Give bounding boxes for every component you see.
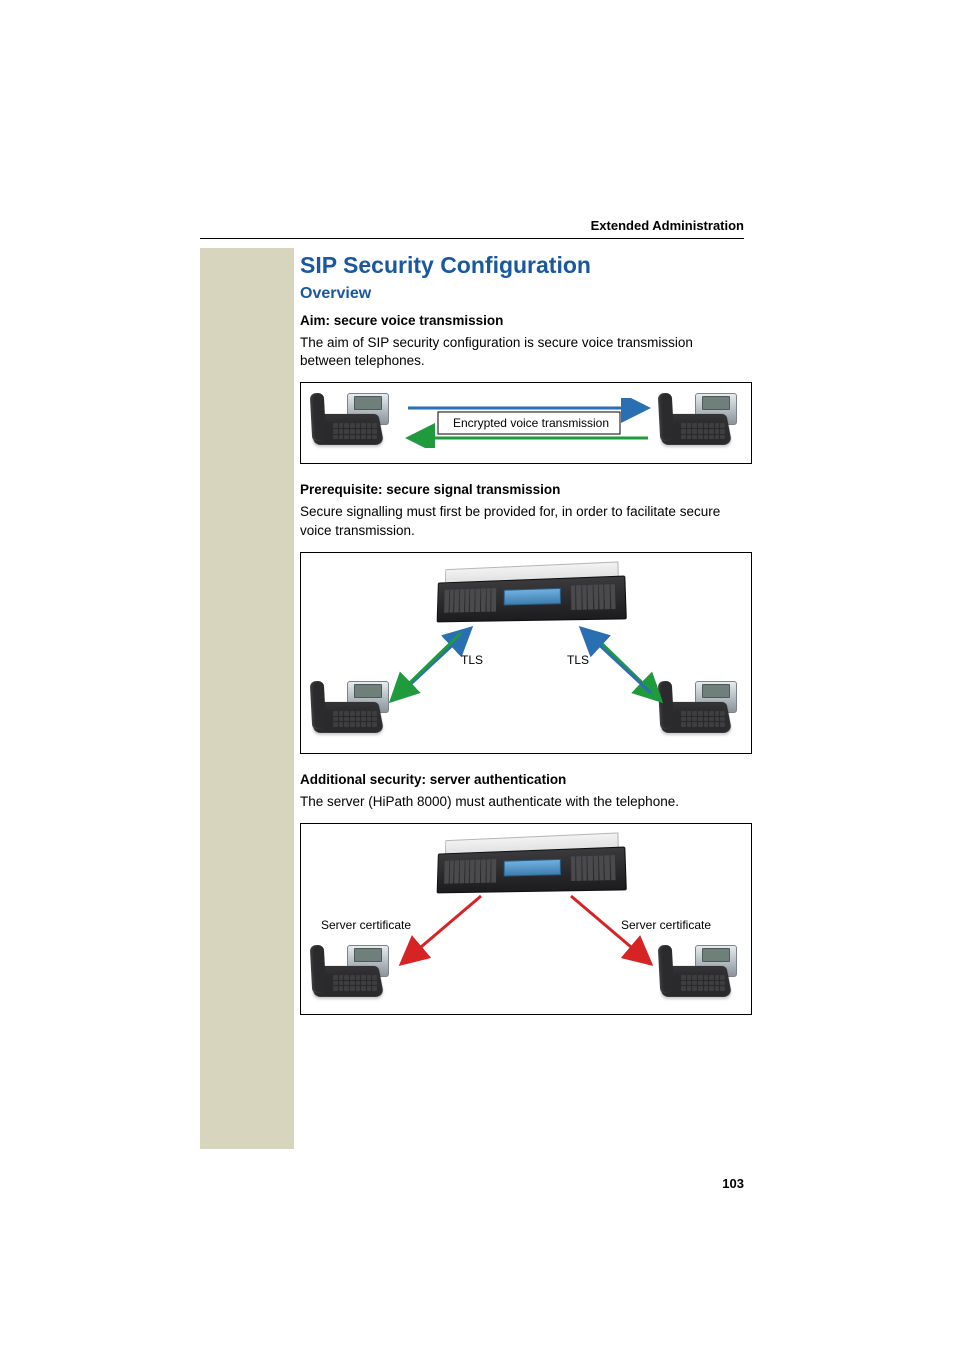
tls-label-left: TLS <box>461 653 483 667</box>
page-title: SIP Security Configuration <box>300 252 744 279</box>
tls-label-right: TLS <box>567 653 589 667</box>
cert-label-left: Server certificate <box>321 918 411 932</box>
subheading-prereq: Prerequisite: secure signal transmission <box>300 482 744 497</box>
diagram1-label: Encrypted voice transmission <box>451 416 611 430</box>
diagram-tls: TLS TLS <box>300 552 752 754</box>
telephone-icon <box>655 397 745 451</box>
diagram-encrypted-voice: Encrypted voice transmission <box>300 382 752 464</box>
diagram-server-auth: Server certificate Server certificate <box>300 823 752 1015</box>
left-margin-bar <box>200 248 294 1149</box>
cert-label-right: Server certificate <box>621 918 711 932</box>
header-chapter: Extended Administration <box>591 218 744 233</box>
body-prereq: Secure signalling must first be provided… <box>300 503 744 539</box>
tls-arrows-icon <box>301 553 751 753</box>
telephone-icon <box>307 397 397 451</box>
page-number: 103 <box>722 1176 744 1191</box>
body-serverauth: The server (HiPath 8000) must authentica… <box>300 793 744 811</box>
subheading-aim: Aim: secure voice transmission <box>300 313 744 328</box>
section-heading: Overview <box>300 285 744 303</box>
header-rule <box>200 238 744 239</box>
body-aim: The aim of SIP security configuration is… <box>300 334 744 370</box>
content-column: SIP Security Configuration Overview Aim:… <box>300 252 744 1033</box>
subheading-serverauth: Additional security: server authenticati… <box>300 772 744 787</box>
